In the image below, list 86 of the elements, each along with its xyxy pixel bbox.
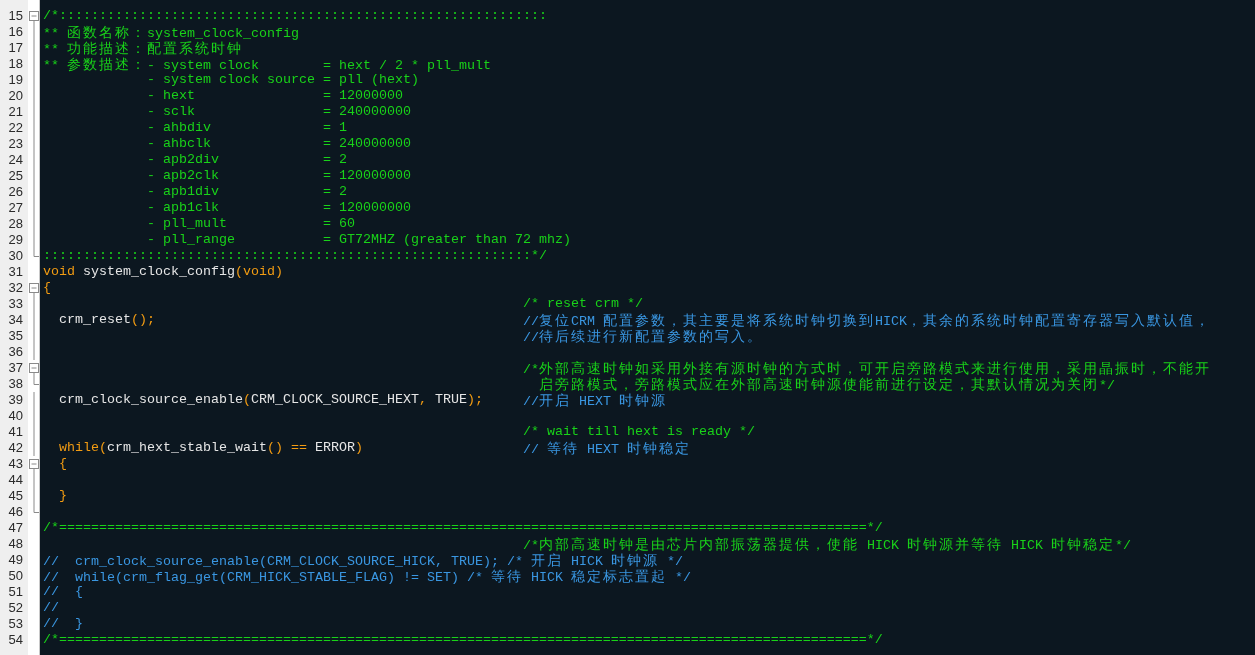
line-number: 33 bbox=[8, 296, 23, 311]
comment-text: ** 功能描述：配置系统时钟 bbox=[43, 42, 243, 57]
comment-text: - hext = 12000000 bbox=[147, 88, 403, 103]
line-number: 53 bbox=[8, 616, 23, 631]
line-number: 45 bbox=[8, 488, 23, 503]
line-number: 30 bbox=[8, 248, 23, 263]
line-number: 46 bbox=[8, 504, 23, 519]
code-text: { bbox=[59, 456, 67, 471]
keyword: void bbox=[43, 264, 75, 279]
comment-text: :::::::::::::::::::::::::::::::::::::::::::::::::::::::::::::*/ bbox=[43, 248, 547, 263]
comment-text: /*=====================================================================================================*/ bbox=[43, 520, 883, 535]
code-text: crm_clock_source_enable(CRM_CLOCK_SOURCE_HEXT, TRUE); bbox=[59, 392, 483, 407]
comment-text: /*外部高速时钟如采用外接有源时钟的方式时，可开启旁路模式来进行使用，采用晶振时，不能开 bbox=[523, 362, 1211, 377]
comment-text: - ahbclk = 240000000 bbox=[147, 136, 411, 151]
comment-text: - apb1clk = 120000000 bbox=[147, 200, 411, 215]
comment-text: 启旁路模式，旁路模式应在外部高速时钟源使能前进行设定，其默认情况为关闭*/ bbox=[539, 378, 1115, 393]
line-number: 21 bbox=[8, 104, 23, 119]
line-number: 27 bbox=[8, 200, 23, 215]
comment-text: /* wait till hext is ready */ bbox=[523, 424, 755, 439]
code-text: (crm_hext_stable_wait() == ERROR) bbox=[99, 440, 363, 455]
comment-text: - pll_mult = 60 bbox=[147, 216, 355, 231]
comment-text: // while(crm_flag_get(CRM_HICK_STABLE_FLAG) != SET) /* 等待 HICK 稳定标志置起 */ bbox=[43, 570, 691, 585]
line-number: 15 bbox=[8, 8, 23, 23]
comment-text: /* reset crm */ bbox=[523, 296, 643, 311]
comment-text: /*=====================================================================================================*/ bbox=[43, 632, 883, 647]
line-number: 16 bbox=[8, 24, 23, 39]
line-number: 49 bbox=[8, 552, 23, 567]
comment-text: - apb2clk = 120000000 bbox=[147, 168, 411, 183]
line-number: 47 bbox=[8, 520, 23, 535]
comment-text: // { bbox=[43, 584, 83, 599]
line-number: 24 bbox=[8, 152, 23, 167]
keyword: void bbox=[242, 264, 275, 279]
comment-text: /*::::::::::::::::::::::::::::::::::::::::::::::::::::::::::::: bbox=[43, 8, 547, 23]
line-number: 17 bbox=[8, 40, 23, 55]
comment-text: - pll_range = GT72MHZ (greater than 72 mhz) bbox=[147, 232, 571, 247]
line-number: 32 bbox=[8, 280, 23, 295]
line-number: 39 bbox=[8, 392, 23, 407]
line-number: 35 bbox=[8, 328, 23, 343]
line-number: 18 bbox=[8, 56, 23, 71]
line-number: 38 bbox=[8, 376, 23, 391]
line-number: 40 bbox=[8, 408, 23, 423]
keyword: while bbox=[59, 440, 99, 455]
comment-text: ** 函数名称：system_clock_config bbox=[43, 26, 299, 41]
line-number: 42 bbox=[8, 440, 23, 455]
line-number: 43 bbox=[8, 456, 23, 471]
comment-text: - ahbdiv = 1 bbox=[147, 120, 347, 135]
line-number: 50 bbox=[8, 568, 23, 583]
line-number: 44 bbox=[8, 472, 23, 487]
collapse-icon[interactable] bbox=[29, 283, 39, 296]
code-text: } bbox=[59, 488, 67, 503]
comment-text: /*内部高速时钟是由芯片内部振荡器提供，使能 HICK 时钟源并等待 HICK 时钟稳定*/ bbox=[523, 538, 1131, 553]
line-number: 34 bbox=[8, 312, 23, 327]
line-number: 25 bbox=[8, 168, 23, 183]
line-number: 36 bbox=[8, 344, 23, 359]
code-text: system_clock_config( bbox=[83, 264, 243, 279]
comment-text: ** 参数描述：- system clock = hext / 2 * pll_mult bbox=[43, 58, 491, 73]
comment-text: - apb1div = 2 bbox=[147, 184, 347, 199]
line-number: 26 bbox=[8, 184, 23, 199]
comment-text: //待后续进行新配置参数的写入。 bbox=[523, 330, 763, 345]
line-number: 31 bbox=[8, 264, 23, 279]
line-number: 37 bbox=[8, 360, 23, 375]
comment-text: - system clock source = pll (hext) bbox=[147, 72, 419, 87]
code-text: ) bbox=[274, 264, 283, 279]
line-number: 41 bbox=[8, 424, 23, 439]
code-text: { bbox=[43, 280, 51, 295]
line-number: 51 bbox=[8, 584, 23, 599]
comment-text: // bbox=[43, 600, 59, 615]
comment-text: // crm_clock_source_enable(CRM_CLOCK_SOURCE_HICK, TRUE); /* 开启 HICK 时钟源 */ bbox=[43, 554, 683, 569]
line-number: 28 bbox=[8, 216, 23, 231]
comment-text: //开启 HEXT 时钟源 bbox=[523, 394, 667, 409]
comment-text: - sclk = 240000000 bbox=[147, 104, 411, 119]
line-number: 23 bbox=[8, 136, 23, 151]
code-text: crm_reset(); bbox=[59, 312, 155, 327]
line-number: 22 bbox=[8, 120, 23, 135]
line-number: 20 bbox=[8, 88, 23, 103]
collapse-icon[interactable] bbox=[29, 11, 39, 24]
collapse-icon[interactable] bbox=[29, 459, 39, 472]
line-number: 29 bbox=[8, 232, 23, 247]
line-number: 52 bbox=[8, 600, 23, 615]
comment-text: // } bbox=[43, 616, 83, 631]
line-number: 19 bbox=[8, 72, 23, 87]
comment-text: - apb2div = 2 bbox=[147, 152, 347, 167]
line-number: 48 bbox=[8, 536, 23, 551]
collapse-icon[interactable] bbox=[29, 363, 39, 376]
comment-text: // 等待 HEXT 时钟稳定 bbox=[523, 442, 691, 457]
line-number: 54 bbox=[8, 632, 23, 647]
